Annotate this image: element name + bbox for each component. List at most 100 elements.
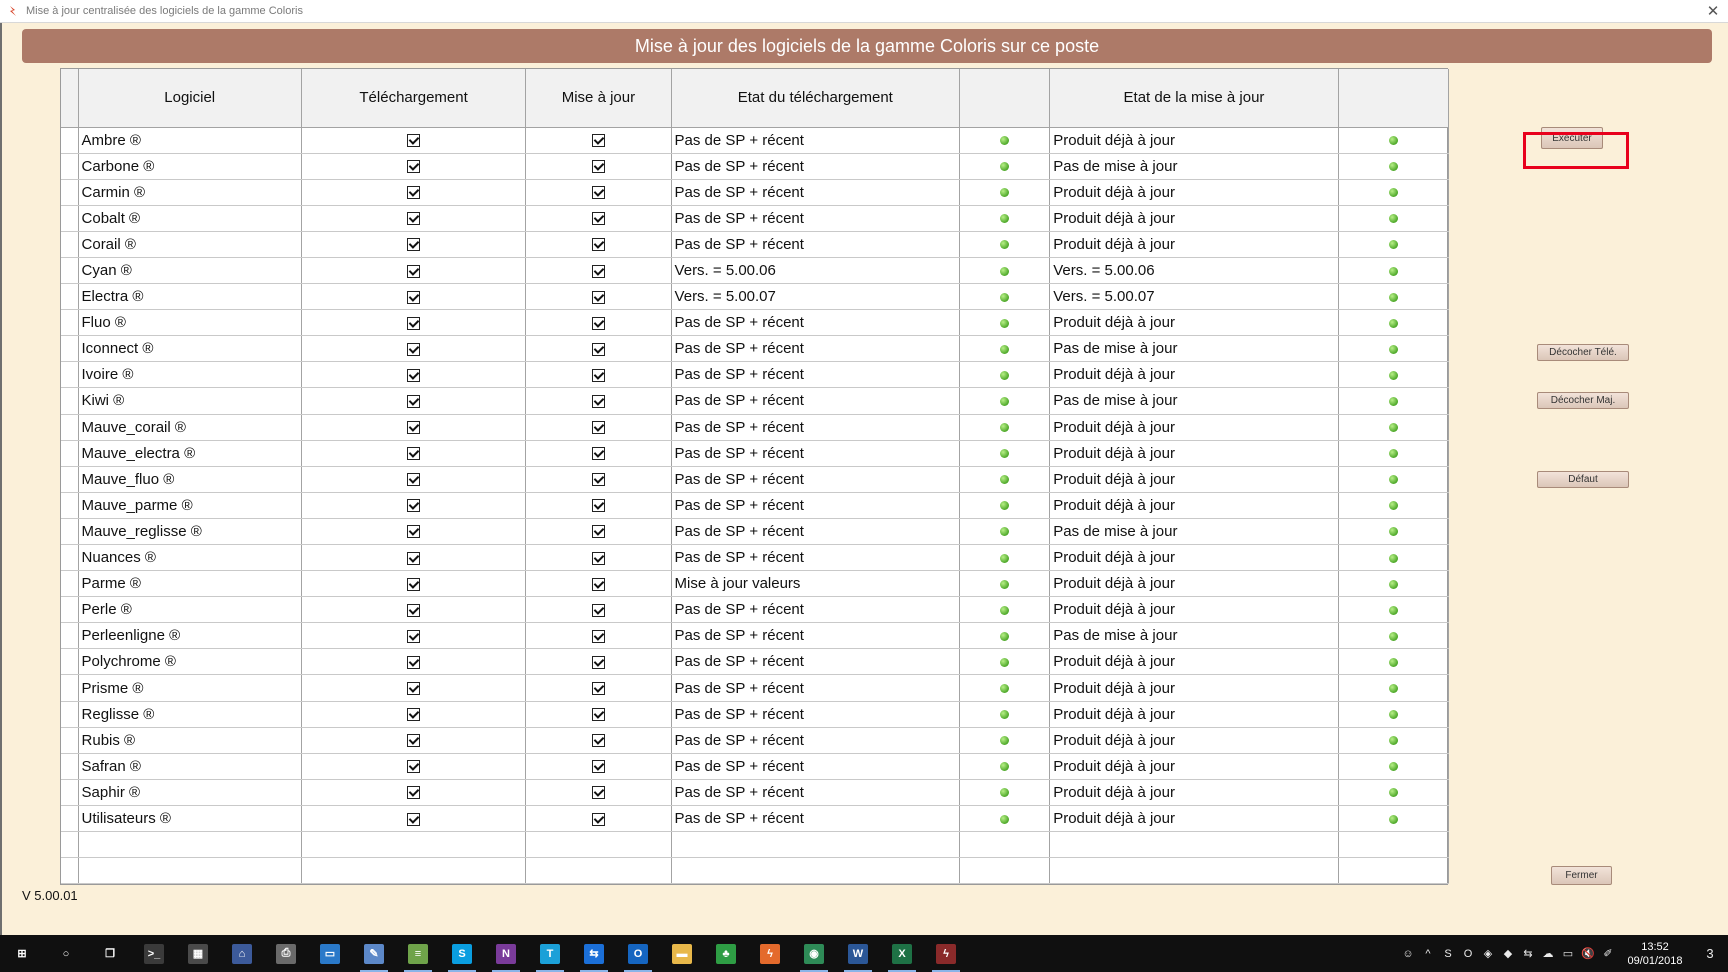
excel-icon[interactable]: X bbox=[880, 935, 924, 972]
row-selector[interactable] bbox=[61, 622, 79, 650]
row-selector[interactable] bbox=[61, 779, 79, 806]
security-tray-icon[interactable]: ◈ bbox=[1478, 947, 1498, 960]
printer-icon[interactable]: ⎙ bbox=[264, 935, 308, 972]
people-icon[interactable]: ☺ bbox=[1398, 948, 1418, 960]
update-checkbox[interactable] bbox=[591, 760, 605, 774]
download-checkbox[interactable] bbox=[407, 603, 421, 617]
row-selector[interactable] bbox=[61, 857, 79, 885]
row-selector[interactable] bbox=[61, 701, 79, 728]
update-checkbox[interactable] bbox=[591, 603, 605, 617]
column-header-logiciel[interactable]: Logiciel bbox=[78, 69, 302, 128]
task-view-icon[interactable]: ❐ bbox=[88, 935, 132, 972]
close-icon[interactable]: ✕ bbox=[1704, 2, 1722, 20]
outlook-icon[interactable]: O bbox=[616, 935, 660, 972]
row-selector[interactable] bbox=[61, 727, 79, 754]
download-checkbox[interactable] bbox=[407, 812, 421, 826]
update-checkbox[interactable] bbox=[591, 421, 605, 435]
teamviewer-tray-icon[interactable]: ⇆ bbox=[1518, 947, 1538, 960]
update-checkbox[interactable] bbox=[591, 499, 605, 513]
download-checkbox[interactable] bbox=[407, 316, 421, 330]
network-tray-icon[interactable]: ▭ bbox=[1558, 947, 1578, 960]
pen-tray-icon[interactable]: ✐ bbox=[1598, 947, 1618, 960]
download-checkbox[interactable] bbox=[407, 525, 421, 539]
notepad-icon[interactable]: ≡ bbox=[396, 935, 440, 972]
update-checkbox[interactable] bbox=[591, 447, 605, 461]
file-explorer-icon[interactable]: ▬ bbox=[660, 935, 704, 972]
update-checkbox[interactable] bbox=[591, 316, 605, 330]
row-selector[interactable] bbox=[61, 205, 79, 232]
chevron-up-icon[interactable]: ^ bbox=[1418, 948, 1438, 960]
update-checkbox[interactable] bbox=[591, 160, 605, 174]
update-checkbox[interactable] bbox=[591, 525, 605, 539]
download-checkbox[interactable] bbox=[407, 421, 421, 435]
row-selector[interactable] bbox=[61, 440, 79, 467]
row-selector[interactable] bbox=[61, 753, 79, 780]
download-checkbox[interactable] bbox=[407, 395, 421, 409]
row-selector[interactable] bbox=[61, 805, 79, 833]
outlook-tray-icon[interactable]: O bbox=[1458, 948, 1478, 960]
row-selector[interactable] bbox=[61, 335, 79, 363]
fermer-button[interactable]: Fermer bbox=[1551, 866, 1612, 885]
row-selector[interactable] bbox=[61, 179, 79, 206]
coloris-app-icon[interactable]: ϟ bbox=[748, 935, 792, 972]
word-icon[interactable]: W bbox=[836, 935, 880, 972]
skype-icon[interactable]: S bbox=[440, 935, 484, 972]
clock[interactable]: 13:52 09/01/2018 bbox=[1618, 940, 1692, 968]
update-checkbox[interactable] bbox=[591, 708, 605, 722]
update-checkbox[interactable] bbox=[591, 786, 605, 800]
row-selector[interactable] bbox=[61, 127, 79, 154]
skype-tray-icon[interactable]: S bbox=[1438, 948, 1458, 960]
calculator-icon[interactable]: ▦ bbox=[176, 935, 220, 972]
update-checkbox[interactable] bbox=[591, 264, 605, 278]
download-checkbox[interactable] bbox=[407, 577, 421, 591]
column-header-mise-a-jour[interactable]: Mise à jour bbox=[525, 69, 672, 128]
row-selector[interactable] bbox=[61, 361, 79, 389]
clover-app-icon[interactable]: ♣ bbox=[704, 935, 748, 972]
download-checkbox[interactable] bbox=[407, 734, 421, 748]
update-checkbox[interactable] bbox=[591, 290, 605, 304]
row-selector[interactable] bbox=[61, 570, 79, 598]
download-checkbox[interactable] bbox=[407, 212, 421, 226]
download-checkbox[interactable] bbox=[407, 160, 421, 174]
update-checkbox[interactable] bbox=[591, 812, 605, 826]
row-selector[interactable] bbox=[61, 674, 79, 702]
row-selector[interactable] bbox=[61, 414, 79, 441]
row-selector[interactable] bbox=[61, 387, 79, 415]
download-checkbox[interactable] bbox=[407, 290, 421, 304]
update-checkbox[interactable] bbox=[591, 551, 605, 565]
row-selector[interactable] bbox=[61, 257, 79, 285]
row-selector[interactable] bbox=[61, 831, 79, 859]
defaut-button[interactable]: Défaut bbox=[1537, 471, 1629, 488]
download-checkbox[interactable] bbox=[407, 238, 421, 252]
onenote-icon[interactable]: N bbox=[484, 935, 528, 972]
app-tray-icon[interactable]: ◆ bbox=[1498, 947, 1518, 960]
teamviewer-icon[interactable]: ⇆ bbox=[572, 935, 616, 972]
download-checkbox[interactable] bbox=[407, 629, 421, 643]
command-prompt-icon[interactable]: >_ bbox=[132, 935, 176, 972]
row-selector[interactable] bbox=[61, 596, 79, 624]
column-header-telechargement[interactable]: Téléchargement bbox=[301, 69, 527, 128]
download-checkbox[interactable] bbox=[407, 134, 421, 148]
search-cortana-icon[interactable]: ○ bbox=[44, 935, 88, 972]
update-checkbox[interactable] bbox=[591, 682, 605, 696]
row-selector[interactable] bbox=[61, 648, 79, 676]
onedrive-tray-icon[interactable]: ☁ bbox=[1538, 947, 1558, 960]
row-selector[interactable] bbox=[61, 492, 79, 519]
decocher-tele-button[interactable]: Décocher Télé. bbox=[1537, 344, 1629, 361]
row-selector[interactable] bbox=[61, 544, 79, 572]
volume-muted-icon[interactable]: 🔇 bbox=[1578, 947, 1598, 960]
download-checkbox[interactable] bbox=[407, 655, 421, 669]
update-checkbox[interactable] bbox=[591, 186, 605, 200]
update-checkbox[interactable] bbox=[591, 473, 605, 487]
download-checkbox[interactable] bbox=[407, 186, 421, 200]
download-checkbox[interactable] bbox=[407, 368, 421, 382]
update-checkbox[interactable] bbox=[591, 577, 605, 591]
download-checkbox[interactable] bbox=[407, 264, 421, 278]
remote-desktop-icon[interactable]: ▭ bbox=[308, 935, 352, 972]
paint-icon[interactable]: ✎ bbox=[352, 935, 396, 972]
row-selector[interactable] bbox=[61, 231, 79, 258]
teams-icon[interactable]: T bbox=[528, 935, 572, 972]
download-checkbox[interactable] bbox=[407, 708, 421, 722]
update-checkbox[interactable] bbox=[591, 395, 605, 409]
update-checkbox[interactable] bbox=[591, 629, 605, 643]
